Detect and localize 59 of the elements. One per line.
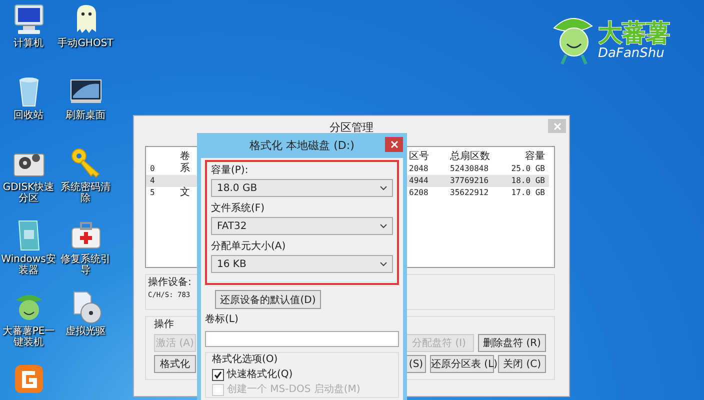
field-label: 容量(P): (211, 165, 250, 177)
computer-icon (12, 2, 46, 36)
column-header: 区号 (408, 151, 430, 163)
table-cell-text: 5 (149, 187, 156, 199)
desktop-icon-label[interactable]: 修复系统引导 (57, 254, 114, 276)
action-button[interactable]: (S) (406, 355, 426, 373)
window-title: 分区管理 (330, 120, 374, 134)
close-icon (390, 141, 398, 148)
input-field[interactable] (205, 331, 399, 347)
table-cell: 18.0 GB (501, 175, 549, 187)
table-cell-text: 6208 (408, 187, 430, 199)
action-button[interactable]: 删除盘符 (R) (478, 334, 546, 352)
group-label: 格式化选项(O) (212, 354, 279, 366)
group-label: 操作 (154, 319, 174, 331)
table-cell-text: 17.0 GB (510, 187, 546, 199)
device-label: 操作设备: (148, 277, 192, 289)
table-cell-text: 52430848 (449, 163, 490, 175)
dropdown[interactable]: FAT32 (211, 217, 393, 235)
table-cell-text: 系 (179, 163, 191, 175)
dropdown[interactable]: 16 KB (211, 255, 393, 273)
field-label: 文件系统(F) (211, 203, 266, 215)
desktop-icon-label[interactable]: Windows安装器 (0, 254, 57, 276)
checkbox-label: 快速格式化(Q) (227, 369, 293, 381)
table-cell-text: 文 (179, 187, 191, 199)
table-cell-text: 35622912 (449, 187, 490, 199)
column-header: 总扇区数 (449, 151, 491, 163)
chevron-down-icon (380, 186, 387, 190)
column-header: 卷 (179, 151, 191, 162)
column-header: 容量 (524, 151, 546, 163)
desktop-icon-label[interactable]: 刷新桌面 (57, 110, 114, 121)
key-icon (68, 146, 102, 180)
dropdown[interactable]: 18.0 GB (211, 179, 393, 197)
table-cell-text: 25.0 GB (510, 163, 546, 175)
checkbox-label: 创建一个 MS-DOS 启动盘(M) (227, 384, 360, 396)
action-button[interactable]: 关闭 (C) (498, 355, 546, 373)
desktop-icon-label[interactable]: 虚拟光驱 (57, 326, 114, 337)
chevron-down-icon (380, 224, 387, 228)
desktop-icon-label[interactable]: 计算机 (0, 38, 57, 49)
chevron-down-icon (380, 262, 387, 266)
logo-name: 大蕃薯 (598, 20, 670, 46)
field-label: 分配单元大小(A) (211, 241, 287, 253)
restore-defaults-button[interactable]: 还原设备的默认值(D) (215, 290, 321, 309)
table-cell: 4 (146, 175, 176, 187)
desktop-icon-label[interactable]: GDISK快速分区 (0, 182, 57, 204)
checkbox[interactable] (212, 369, 224, 381)
field-label: 卷标(L) (205, 314, 240, 326)
table-cell: 37769216 (446, 175, 501, 187)
table-cell-text: 2048 (408, 163, 430, 175)
desktop-icon-label[interactable]: 回收站 (0, 110, 57, 121)
close-icon (554, 122, 560, 130)
close-button[interactable] (385, 137, 403, 152)
table-cell: 4944 (405, 175, 446, 187)
table-cell-text: 0 (149, 163, 156, 175)
logo-latin-name: DaFanShu (598, 46, 664, 60)
desktop-icon-label[interactable]: 系统密码清除 (57, 182, 114, 204)
desktop-icon-label[interactable]: 手动GHOST (57, 38, 114, 49)
desktop-icon-label[interactable]: 大蕃薯PE一键装机 (0, 326, 57, 348)
action-button[interactable]: 格式化 (154, 355, 196, 373)
dialog-title: 格式化 本地磁盘 (D:) (250, 138, 354, 153)
